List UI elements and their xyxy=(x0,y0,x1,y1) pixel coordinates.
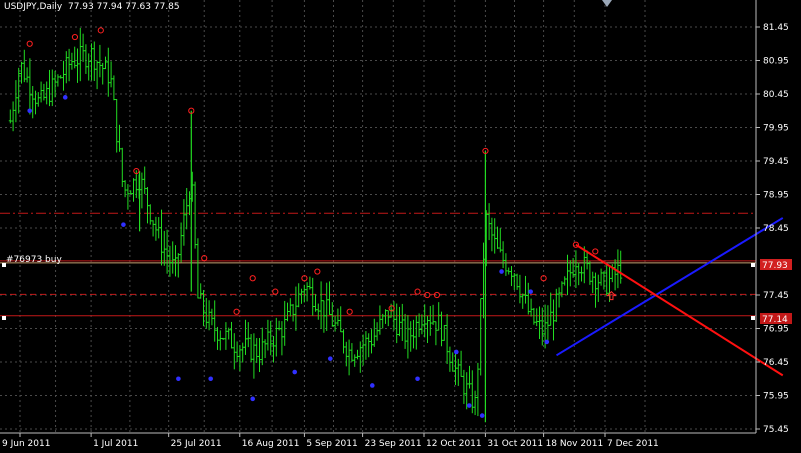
fractal-low-marker xyxy=(466,403,472,408)
fractal-low-marker xyxy=(499,269,504,274)
time-axis-label: 1 Jul 2011 xyxy=(93,439,138,449)
price-axis-label: 75.95 xyxy=(763,392,789,402)
fractal-low-marker xyxy=(415,376,420,382)
fractal-low-marker xyxy=(208,376,213,382)
fractal-low-marker xyxy=(479,413,485,418)
price-axis-label: 80.45 xyxy=(763,90,789,100)
price-axis-label: 80.95 xyxy=(763,57,789,67)
price-chart[interactable]: 81.45 80.95 80.45 79.95 79.45 78.95 78.45 77.45… xyxy=(0,0,801,453)
fractal-low-marker xyxy=(292,369,298,375)
ohlc-readout: 77.93 77.94 77.63 77.85 xyxy=(67,2,180,12)
price-tag-upper-text: 77.93 xyxy=(762,261,788,271)
fractal-low-marker xyxy=(528,289,533,294)
price-tag-lower-text: 77.14 xyxy=(762,315,788,325)
time-axis-label: 16 Aug 2011 xyxy=(242,439,300,449)
fractal-low-marker xyxy=(454,349,459,355)
price-axis-label: 77.45 xyxy=(763,291,789,301)
price-axis-label: 79.95 xyxy=(763,124,789,134)
fractal-low-marker xyxy=(176,376,181,382)
price-axis-label: 81.45 xyxy=(763,23,789,33)
time-axis-label: 25 Jul 2011 xyxy=(171,439,222,449)
time-axis-label: 7 Dec 2011 xyxy=(607,439,659,449)
price-axis-label: 78.95 xyxy=(763,191,789,201)
fractal-low-marker xyxy=(121,222,126,227)
order-label: #76973 buy xyxy=(6,255,62,265)
fractal-low-marker xyxy=(250,396,256,402)
chart-window[interactable]: 81.45 80.95 80.45 79.95 79.45 78.95 78.45 77.45… xyxy=(0,0,801,453)
fractal-low-marker xyxy=(369,383,375,388)
price-axis-label: 79.45 xyxy=(763,157,789,167)
order-line-handle-left[interactable] xyxy=(2,263,6,267)
sl-line-handle-left[interactable] xyxy=(2,316,6,320)
symbol-timeframe: USDJPY,Daily xyxy=(4,2,63,12)
fractal-low-marker xyxy=(544,339,550,345)
price-tag-lower: 77.14 xyxy=(760,313,792,325)
time-axis-label: 9 Jun 2011 xyxy=(2,439,50,449)
price-axis-label: 76.95 xyxy=(763,325,789,335)
fractal-low-marker xyxy=(27,108,32,114)
price-axis-label: 78.45 xyxy=(763,224,789,234)
sl-line-handle-right[interactable] xyxy=(751,316,755,320)
price-axis-label: 75.45 xyxy=(763,425,789,435)
time-axis-label: 18 Nov 2011 xyxy=(546,439,604,449)
chart-shift-marker-icon[interactable] xyxy=(602,0,612,7)
time-axis-label: 12 Oct 2011 xyxy=(426,439,482,449)
fractal-low-marker xyxy=(62,95,68,100)
order-line-handle-right[interactable] xyxy=(751,263,755,267)
time-axis-label: 5 Sep 2011 xyxy=(306,439,357,449)
time-axis-label: 23 Sep 2011 xyxy=(365,439,422,449)
time-axis-label: 31 Oct 2011 xyxy=(487,439,543,449)
price-axis-label: 76.45 xyxy=(763,358,789,368)
price-tag-upper: 77.93 xyxy=(760,259,792,271)
chart-header: USDJPY,Daily 77.93 77.94 77.63 77.85 xyxy=(4,2,180,12)
fractal-low-marker xyxy=(327,356,333,361)
